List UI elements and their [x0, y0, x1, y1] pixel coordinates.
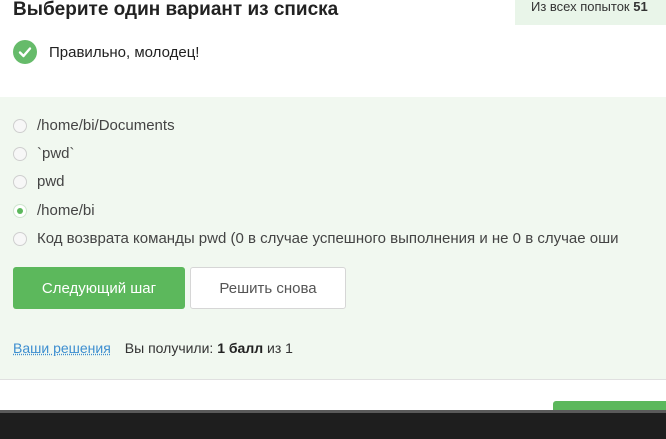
- radio-button[interactable]: [13, 174, 27, 189]
- solutions-link[interactable]: Ваши решения: [13, 340, 111, 356]
- step-title: Выберите один вариант из списка: [13, 0, 339, 20]
- option-label: /home/bi: [37, 202, 95, 219]
- score-prefix: Вы получили:: [124, 340, 214, 356]
- bottom-bar: [0, 410, 666, 439]
- score-value: 1 балл: [217, 340, 264, 356]
- option-label: `pwd`: [37, 145, 75, 162]
- next-step-button[interactable]: Следующий шаг: [13, 267, 185, 309]
- attempts-badge: Из всех попыток 51: [515, 0, 666, 25]
- section-divider: [0, 379, 666, 380]
- radio-button[interactable]: [13, 231, 27, 246]
- option-4[interactable]: Код возврата команды pwd (0 в случае усп…: [13, 230, 619, 247]
- quiz-panel: /home/bi/Documents `pwd` pwd /home/bi Ко…: [0, 97, 666, 379]
- option-3[interactable]: /home/bi: [13, 202, 95, 219]
- result-line: Ваши решения Вы получили: 1 балл из 1: [13, 340, 293, 356]
- attempts-value: 51: [633, 0, 648, 14]
- attempts-label: Из всех попыток: [531, 0, 630, 14]
- radio-button[interactable]: [13, 118, 27, 133]
- retry-button[interactable]: Решить снова: [190, 267, 346, 309]
- option-label: Код возврата команды pwd (0 в случае усп…: [37, 230, 619, 247]
- correct-feedback: Правильно, молодец!: [13, 40, 199, 64]
- feedback-text: Правильно, молодец!: [49, 43, 200, 61]
- option-1[interactable]: `pwd`: [13, 145, 75, 162]
- option-2[interactable]: pwd: [13, 173, 65, 190]
- option-label: /home/bi/Documents: [37, 117, 175, 134]
- radio-button[interactable]: [13, 146, 27, 161]
- option-0[interactable]: /home/bi/Documents: [13, 117, 175, 134]
- radio-button-selected[interactable]: [13, 203, 27, 218]
- score-suffix: из 1: [267, 340, 293, 356]
- option-label: pwd: [37, 173, 65, 190]
- check-circle-icon: [13, 40, 37, 64]
- score-text: Вы получили: 1 балл из 1: [125, 340, 293, 356]
